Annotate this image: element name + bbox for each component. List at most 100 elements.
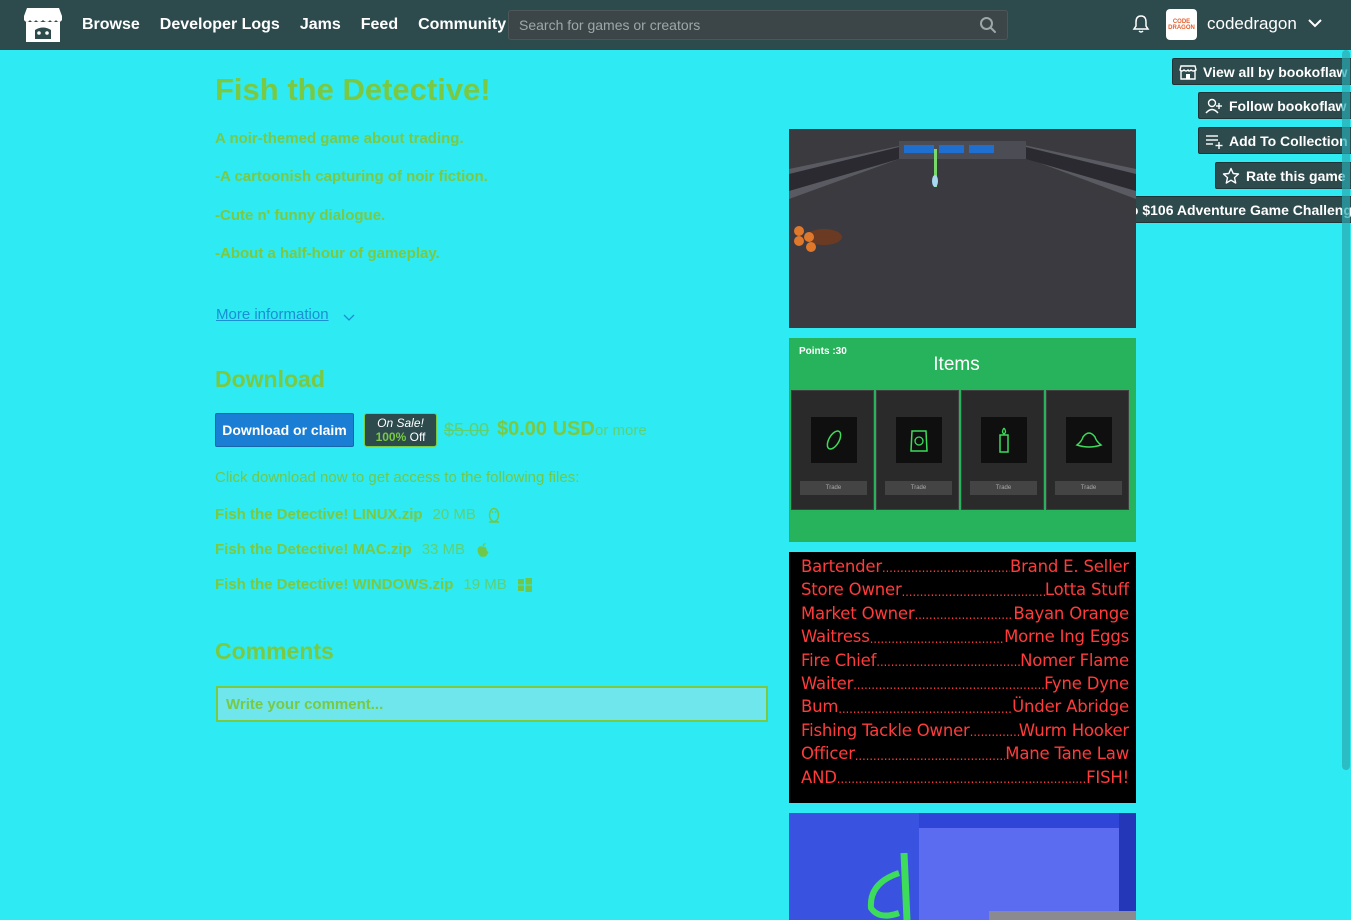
rate-game-button[interactable]: Rate this game bbox=[1215, 162, 1351, 189]
files-intro: Click download now to get access to the … bbox=[215, 469, 580, 486]
search-input[interactable] bbox=[509, 11, 1007, 39]
username[interactable]: codedragon bbox=[1207, 14, 1297, 34]
credit-dots bbox=[853, 675, 1044, 695]
credit-dots bbox=[870, 629, 1005, 649]
credit-name: Morne Ing Eggs bbox=[1004, 627, 1129, 647]
screenshot-items[interactable]: Points :30 Items Trade Trade Trade Trade bbox=[789, 338, 1136, 542]
description-line: A noir-themed game about trading. bbox=[215, 130, 464, 147]
comment-input[interactable] bbox=[218, 688, 766, 720]
notifications-bell-icon[interactable] bbox=[1131, 14, 1151, 34]
credit-row: Officer Mane Tane Law bbox=[801, 742, 1129, 765]
linux-icon bbox=[488, 507, 500, 523]
screenshot-room[interactable] bbox=[789, 813, 1136, 920]
room-scene-image bbox=[789, 813, 1136, 920]
comment-box bbox=[216, 686, 768, 722]
sale-off: Off bbox=[409, 430, 426, 444]
description-line: -A cartoonish capturing of noir fiction. bbox=[215, 168, 488, 185]
nav-community[interactable]: Community bbox=[418, 16, 506, 34]
search-icon[interactable] bbox=[979, 16, 997, 34]
file-size: 33 MB bbox=[421, 541, 466, 558]
item-card: Trade bbox=[791, 390, 874, 510]
credit-name: Brand E. Seller bbox=[1009, 557, 1129, 576]
file-size: 20 MB bbox=[432, 506, 476, 523]
credit-role: Fishing Tackle Owner bbox=[801, 720, 970, 740]
credit-role: Bum bbox=[801, 697, 839, 717]
credit-dots bbox=[970, 722, 1019, 742]
nav-jams[interactable]: Jams bbox=[300, 16, 341, 34]
credit-dots bbox=[855, 746, 1005, 766]
credit-role: Waiter bbox=[801, 674, 854, 694]
candle-icon bbox=[999, 427, 1009, 453]
add-collection-label: Add To Collection bbox=[1229, 132, 1348, 149]
file-name: Fish the Detective! LINUX.zip bbox=[215, 506, 423, 523]
windows-icon bbox=[517, 577, 532, 592]
credit-row: Market Owner Bayan Orange bbox=[801, 602, 1129, 625]
file-row-mac: Fish the Detective! MAC.zip 33 MB bbox=[215, 541, 491, 558]
trade-button: Trade bbox=[970, 481, 1037, 495]
nav-developer-logs[interactable]: Developer Logs bbox=[160, 16, 280, 34]
chevron-down-icon[interactable] bbox=[1307, 15, 1323, 31]
itchio-logo-icon[interactable] bbox=[23, 6, 63, 44]
comments-heading: Comments bbox=[215, 638, 334, 664]
download-heading: Download bbox=[215, 366, 325, 392]
credit-role: Waitress bbox=[801, 627, 870, 647]
items-title: Items bbox=[933, 354, 980, 375]
bag-icon bbox=[910, 430, 928, 452]
more-information-link[interactable]: More information bbox=[216, 306, 329, 323]
credit-dots bbox=[902, 582, 1045, 602]
screenshot-town[interactable] bbox=[789, 129, 1136, 328]
game-title: Fish the Detective! bbox=[215, 72, 491, 107]
add-to-collection-button[interactable]: Add To Collection bbox=[1198, 127, 1351, 154]
hat-icon bbox=[1075, 432, 1103, 448]
file-row-windows: Fish the Detective! WINDOWS.zip 19 MB bbox=[215, 576, 533, 593]
credit-role: AND bbox=[801, 767, 837, 787]
credit-row: Bartender Brand E. Seller bbox=[801, 555, 1129, 578]
user-avatar[interactable]: CODE DRAGON bbox=[1166, 9, 1197, 40]
credit-name: Nomer Flame bbox=[1020, 650, 1129, 670]
credit-role: Store Owner bbox=[801, 580, 902, 600]
credit-dots bbox=[882, 558, 1010, 578]
rate-label: Rate this game bbox=[1246, 167, 1346, 184]
credit-name: Bayan Orange bbox=[1013, 603, 1129, 623]
trade-button: Trade bbox=[1055, 481, 1122, 495]
sale-badge: On Sale! 100% Off bbox=[364, 413, 437, 447]
coin-icon bbox=[826, 430, 842, 450]
credit-name: Ünder Abridge bbox=[1012, 697, 1129, 717]
nav-browse[interactable]: Browse bbox=[82, 16, 140, 34]
file-size: 19 MB bbox=[463, 576, 507, 593]
or-more-label: or more bbox=[595, 422, 647, 439]
sale-label: On Sale! bbox=[377, 416, 424, 430]
page-scrollbar[interactable] bbox=[1342, 50, 1350, 770]
credit-row: Waiter Fyne Dyne bbox=[801, 672, 1129, 695]
trade-button: Trade bbox=[800, 481, 867, 495]
chevron-down-icon[interactable] bbox=[343, 311, 355, 323]
list-plus-icon bbox=[1206, 134, 1223, 149]
credit-row: Store Owner Lotta Stuff bbox=[801, 578, 1129, 601]
file-row-linux: Fish the Detective! LINUX.zip 20 MB bbox=[215, 506, 502, 523]
apple-icon bbox=[477, 542, 489, 557]
store-icon bbox=[1179, 64, 1197, 80]
view-all-label: View all by bookoflaw bbox=[1203, 63, 1348, 80]
credit-role: Fire Chief bbox=[801, 650, 877, 670]
credit-role: Officer bbox=[801, 744, 855, 764]
credit-name: Lotta Stuff bbox=[1044, 580, 1129, 600]
trade-button: Trade bbox=[885, 481, 952, 495]
credit-role: Bartender bbox=[801, 557, 882, 576]
credit-row: Waitress Morne Ing Eggs bbox=[801, 625, 1129, 648]
follow-creator-button[interactable]: Follow bookoflaw bbox=[1198, 92, 1351, 119]
credit-row: Fire Chief Nomer Flame bbox=[801, 649, 1129, 672]
credit-dots bbox=[876, 652, 1020, 672]
credit-name: Wurm Hooker bbox=[1018, 720, 1129, 740]
original-price: $5.00 bbox=[444, 420, 490, 440]
town-scene-image bbox=[789, 129, 1136, 328]
top-navbar: Browse Developer Logs Jams Feed Communit… bbox=[0, 0, 1351, 50]
screenshot-credits[interactable]: Bartender Brand E. Seller Store Owner Lotta… bbox=[789, 552, 1136, 803]
credits-list: Bartender Brand E. Seller Store Owner Lotta… bbox=[801, 555, 1129, 789]
file-name: Fish the Detective! MAC.zip bbox=[215, 541, 412, 558]
sale-price: $0.00 USD bbox=[497, 418, 595, 440]
item-card: Trade bbox=[876, 390, 959, 510]
download-or-claim-button[interactable]: Download or claim bbox=[215, 413, 354, 447]
nav-feed[interactable]: Feed bbox=[361, 16, 398, 34]
view-all-by-creator-button[interactable]: View all by bookoflaw bbox=[1172, 58, 1351, 85]
credit-dots bbox=[837, 769, 1086, 789]
